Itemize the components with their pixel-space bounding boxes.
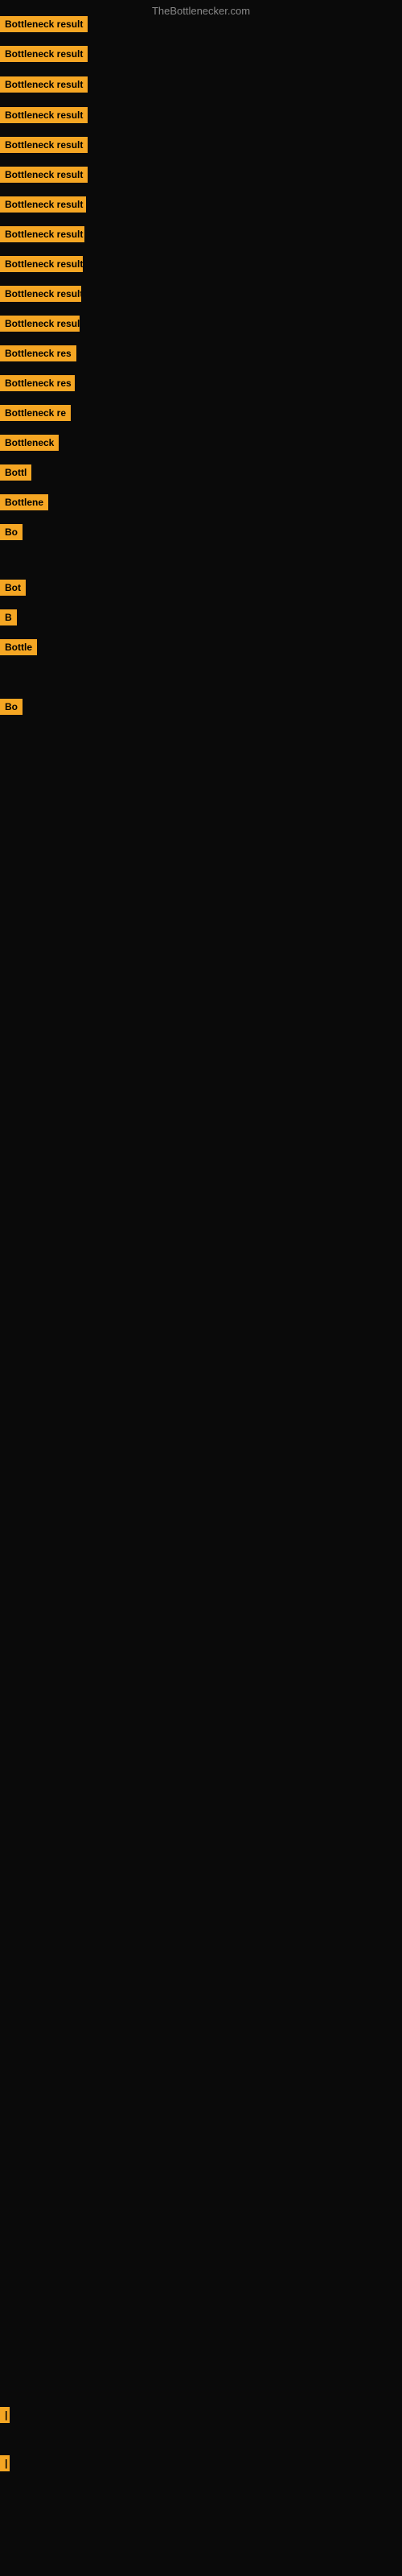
bottleneck-result-label: Bottleneck result: [0, 76, 88, 93]
bottleneck-result-label: Bottleneck result: [0, 226, 84, 242]
bottleneck-result-label: Bottleneck res: [0, 345, 76, 361]
bottleneck-result-label: B: [0, 609, 17, 625]
bottleneck-result-label: Bottl: [0, 464, 31, 481]
bottleneck-result-label: Bottlene: [0, 494, 48, 510]
bottleneck-result-label: Bottleneck resul: [0, 316, 80, 332]
bottleneck-result-label: Bottleneck result: [0, 256, 83, 272]
bottleneck-result-label: Bottleneck res: [0, 375, 75, 391]
bottleneck-result-label: Bottleneck result: [0, 137, 88, 153]
bottleneck-result-label: Bot: [0, 580, 26, 596]
bottleneck-result-label: |: [0, 2407, 10, 2423]
bottleneck-result-label: Bottleneck re: [0, 405, 71, 421]
bottleneck-result-label: Bottleneck result: [0, 196, 86, 213]
bottleneck-result-label: Bottleneck result: [0, 46, 88, 62]
bottleneck-result-label: |: [0, 2455, 10, 2471]
bottleneck-result-label: Bottleneck result: [0, 286, 81, 302]
bottleneck-result-label: Bo: [0, 524, 23, 540]
bottleneck-result-label: Bottleneck result: [0, 107, 88, 123]
bottleneck-result-label: Bottle: [0, 639, 37, 655]
bottleneck-result-label: Bo: [0, 699, 23, 715]
bottleneck-result-label: Bottleneck result: [0, 16, 88, 32]
bottleneck-result-label: Bottleneck: [0, 435, 59, 451]
bottleneck-result-label: Bottleneck result: [0, 167, 88, 183]
